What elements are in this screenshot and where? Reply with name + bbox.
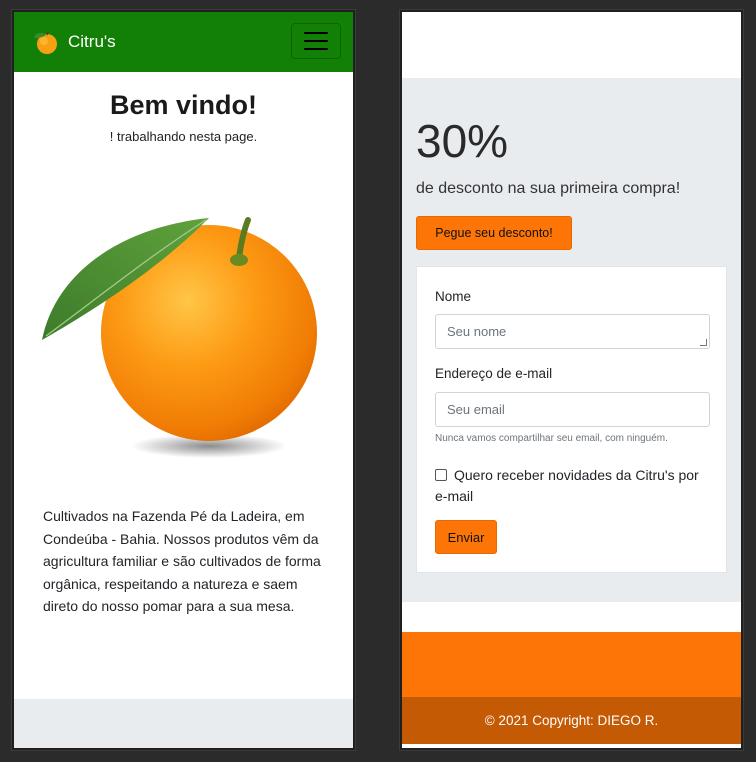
section-spacer (402, 602, 741, 632)
brand-name: Citru's (68, 32, 116, 51)
discount-headline: 30% (416, 115, 509, 167)
orange-band (402, 632, 741, 697)
navbar-brand[interactable]: Citru's (32, 29, 116, 55)
orange-image (34, 208, 324, 463)
promo-section: 30% de desconto na sua primeira compra! … (402, 78, 741, 602)
hamburger-icon-line (304, 40, 328, 42)
name-field[interactable]: Seu nome (435, 314, 710, 349)
submit-button[interactable]: Enviar (435, 520, 497, 554)
copyright-text: © 2021 Copyright: DIEGO R. (484, 713, 659, 728)
get-discount-button[interactable]: Pegue seu desconto! (416, 216, 572, 250)
phone-frame-right: 30% de desconto na sua primeira compra! … (399, 9, 744, 751)
screen-left: Citru's Bem vindo! ! trabalhando nesta p… (14, 12, 353, 748)
footer: © 2021 Copyright: DIEGO R. (402, 697, 741, 744)
newsletter-label-line2: e-mail (435, 488, 474, 504)
newsletter-checkbox[interactable] (435, 469, 447, 481)
hamburger-icon-line (304, 48, 328, 50)
orange-logo-icon (34, 31, 57, 54)
signup-form-card: Nome Seu nome Endereço de e-mail Seu ema… (416, 266, 727, 573)
page-title: Bem vindo! (109, 90, 257, 120)
resize-handle-icon[interactable] (700, 339, 707, 346)
navbar-toggle-button[interactable] (291, 23, 341, 59)
name-label: Nome (435, 289, 472, 304)
page-subtitle: ! trabalhando nesta page. (109, 129, 258, 144)
discount-lead: de desconto na sua primeira compra! (416, 180, 681, 197)
email-label: Endereço de e-mail (435, 366, 553, 381)
phone-frame-left: Citru's Bem vindo! ! trabalhando nesta p… (11, 9, 356, 751)
email-help-text: Nunca vamos compartilhar seu email, com … (435, 433, 668, 444)
top-spacer (402, 12, 741, 78)
hamburger-icon (304, 32, 328, 34)
newsletter-label-line1: Quero receber novidades da Citru's por (454, 467, 699, 483)
name-placeholder: Seu nome (447, 324, 507, 339)
email-field[interactable]: Seu email (435, 392, 710, 427)
promo-section-peek (14, 699, 353, 748)
screen-right: 30% de desconto na sua primeira compra! … (402, 12, 741, 748)
about-text: Cultivados na Fazenda Pé da Ladeira, em … (43, 508, 321, 614)
newsletter-label: Quero receber novidades da Citru's por e… (435, 467, 715, 507)
email-placeholder: Seu email (447, 402, 505, 417)
newsletter-checkbox-row[interactable]: Quero receber novidades da Citru's por e… (435, 465, 715, 507)
navbar: Citru's (14, 12, 353, 72)
